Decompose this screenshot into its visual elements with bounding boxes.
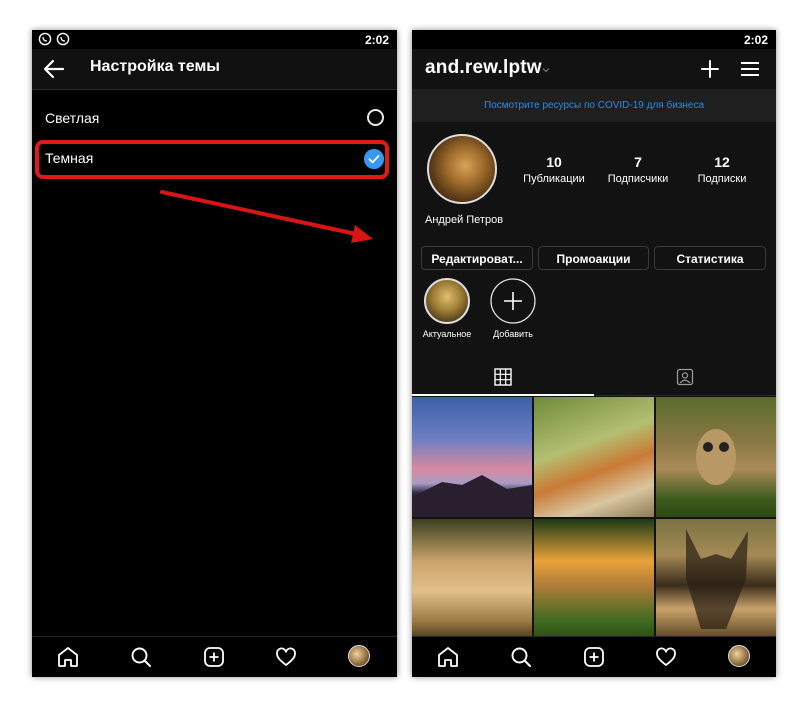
tagged-icon [676, 368, 694, 386]
plus-icon[interactable] [699, 58, 721, 80]
tab-grid[interactable] [412, 360, 594, 396]
status-bar: 2:02 [32, 30, 397, 49]
viber-icon-2 [56, 32, 70, 46]
stat-label: Публикации [523, 173, 585, 185]
highlight-cover [424, 278, 470, 324]
edit-profile-button[interactable]: Редактироват... [421, 246, 533, 270]
back-arrow-icon[interactable] [42, 58, 66, 80]
owl-shape [696, 429, 736, 485]
profile-header: and.rew.lptw [412, 49, 776, 89]
profile-tabs [412, 360, 776, 396]
status-time: 2:02 [743, 33, 768, 47]
add-highlight-icon [490, 278, 536, 324]
profile-avatar-large[interactable] [427, 134, 497, 204]
stat-count: 10 [546, 154, 562, 170]
highlight-add[interactable]: Добавить [487, 278, 539, 339]
stat-following[interactable]: 12 Подписки [688, 154, 756, 185]
add-post-icon[interactable] [202, 645, 226, 669]
grid-icon [494, 368, 512, 386]
home-icon[interactable] [436, 645, 460, 669]
heart-icon[interactable] [274, 645, 298, 669]
highlight-label: Актуальное [422, 329, 472, 339]
stat-posts[interactable]: 10 Публикации [520, 154, 588, 185]
viber-icon [38, 32, 52, 46]
post-thumbnail[interactable] [656, 397, 776, 517]
highlight-actual[interactable]: Актуальное [421, 278, 473, 339]
page-title: Настройка темы [90, 58, 220, 75]
mountain-shape [412, 475, 532, 517]
insights-button[interactable]: Статистика [654, 246, 766, 270]
menu-icon[interactable] [740, 59, 760, 79]
profile-username[interactable]: and.rew.lptw [425, 57, 542, 79]
tab-tagged[interactable] [594, 360, 776, 396]
stat-count: 12 [714, 154, 730, 170]
post-thumbnail[interactable] [412, 397, 532, 517]
search-icon[interactable] [129, 645, 153, 669]
radio-unchecked-icon[interactable] [367, 109, 384, 126]
promotions-button[interactable]: Промоакции [538, 246, 649, 270]
notification-icons [38, 32, 70, 46]
search-icon[interactable] [509, 645, 533, 669]
app-header: Настройка темы [32, 49, 397, 89]
post-thumbnail[interactable] [534, 397, 654, 517]
profile-full-name: Андрей Петров [425, 214, 504, 226]
stat-label: Подписчики [607, 173, 669, 185]
stat-followers[interactable]: 7 Подписчики [601, 154, 675, 185]
theme-option-label: Светлая [45, 110, 100, 126]
highlight-label: Добавить [493, 329, 533, 339]
stat-label: Подписки [697, 173, 747, 185]
theme-settings-screen: 2:02 Настройка темы Светлая Темная [32, 30, 397, 677]
bottom-nav [412, 636, 776, 677]
post-thumbnail[interactable] [412, 519, 532, 639]
profile-screen: 2:02 and.rew.lptw Посмотрите ресурсы по … [412, 30, 776, 677]
post-thumbnail[interactable] [656, 519, 776, 639]
dog-shape [686, 529, 748, 629]
add-post-icon[interactable] [582, 645, 606, 669]
theme-option-light[interactable]: Светлая [32, 101, 397, 137]
home-icon[interactable] [56, 645, 80, 669]
stat-count: 7 [634, 154, 642, 170]
post-thumbnail[interactable] [534, 519, 654, 639]
highlight-frame [35, 140, 389, 179]
heart-icon[interactable] [654, 645, 678, 669]
profile-avatar[interactable] [728, 645, 750, 667]
chevron-down-icon[interactable] [542, 66, 550, 74]
status-bar: 2:02 [412, 30, 776, 49]
status-time: 2:02 [364, 33, 389, 47]
profile-avatar[interactable] [348, 645, 370, 667]
header-divider [32, 89, 397, 90]
bottom-nav [32, 636, 397, 677]
covid-banner-link[interactable]: Посмотрите ресурсы по COVID-19 для бизне… [412, 89, 776, 122]
